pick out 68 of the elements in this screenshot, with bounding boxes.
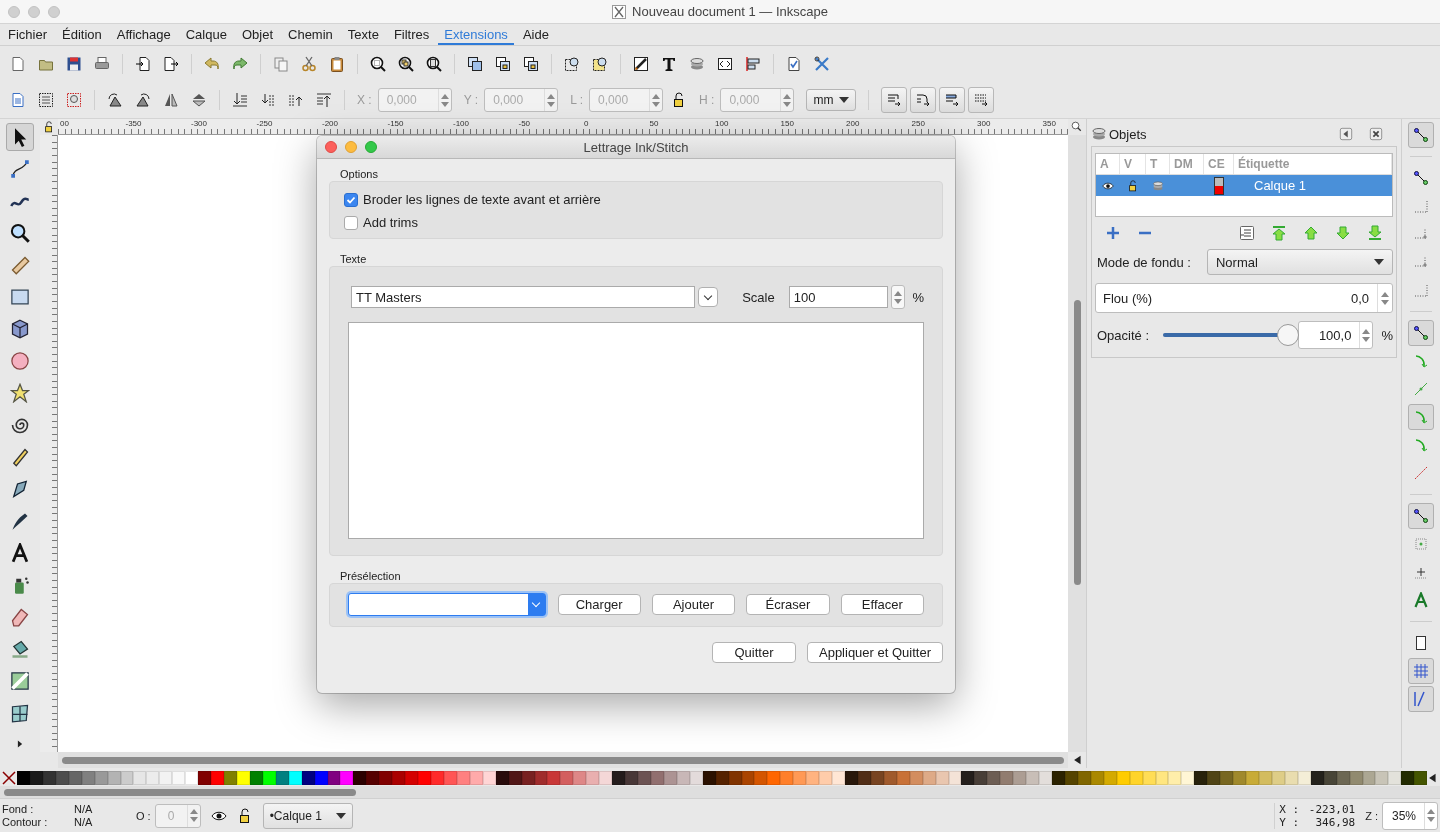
ruler-label: 250 — [911, 119, 926, 128]
ruler-label: 00 — [60, 119, 70, 128]
preset-button[interactable]: Effacer — [840, 594, 924, 615]
ruler-label: -200 — [322, 119, 339, 128]
ruler-label: 0 — [584, 119, 590, 128]
panel-title: Objets — [1109, 126, 1148, 142]
field-label: L : — [570, 93, 584, 107]
stroke-value: N/A — [74, 816, 94, 828]
ruler-label: 150 — [780, 119, 795, 128]
fill-value: N/A — [74, 803, 94, 815]
blend-mode-dropdown[interactable]: Normal — [1206, 249, 1393, 275]
window-title: Nouveau document 1 — Inkscape — [632, 4, 828, 19]
ruler-label: -250 — [256, 119, 274, 128]
layer-name: Calque 1 — [1253, 177, 1308, 195]
x-value: -223,01 — [1307, 802, 1356, 816]
dialog-title: Lettrage Ink/Stitch — [583, 139, 689, 155]
menu-item[interactable]: Calque — [179, 24, 233, 45]
menu-item[interactable]: Extensions — [438, 24, 514, 45]
checkbox-label: Add trims — [363, 215, 418, 230]
ruler-label: -350 — [125, 119, 143, 128]
unit-dropdown[interactable]: mm — [806, 89, 857, 111]
opacity-label: Opacité : — [1097, 327, 1150, 343]
ruler-label: 300 — [977, 119, 992, 128]
menu-item[interactable]: Texte — [341, 24, 385, 45]
section-title: Options — [340, 168, 379, 180]
zoom-field[interactable]: 35% — [1382, 801, 1438, 830]
blur-field[interactable]: Flou (%) 0,0 — [1095, 283, 1393, 313]
ruler-label: 50 — [649, 119, 660, 128]
menu-item[interactable]: Objet — [235, 24, 279, 45]
font-field[interactable]: TT Masters — [351, 286, 696, 308]
opacity-label: O : — [136, 809, 151, 822]
section-title: Présélection — [340, 570, 402, 582]
ruler-label: 200 — [846, 119, 861, 128]
preset-button[interactable]: Charger — [557, 594, 641, 615]
zoom-label: Z : — [1365, 809, 1378, 822]
section-title: Texte — [340, 253, 368, 265]
ruler-label: 100 — [715, 119, 730, 128]
unit-label: % — [1381, 327, 1393, 343]
y-value: 346,98 — [1314, 815, 1356, 829]
scale-unit: % — [912, 289, 924, 305]
menu-item[interactable]: Chemin — [282, 24, 339, 45]
menu-item[interactable]: Affichage — [110, 24, 177, 45]
blend-label: Mode de fondu : — [1097, 254, 1191, 270]
stroke-label: Contour : — [2, 816, 49, 828]
ruler-label: 350 — [1042, 119, 1057, 128]
layer-dropdown[interactable]: •Calque 1 — [262, 802, 353, 829]
y-label: Y : — [1279, 815, 1301, 829]
fill-label: Fond : — [2, 803, 35, 815]
ruler-label: -100 — [453, 119, 470, 128]
field-label: X : — [357, 93, 372, 107]
menu-item[interactable]: Édition — [56, 24, 108, 45]
dialog-button[interactable]: Appliquer et Quitter — [807, 642, 943, 663]
opacity-field[interactable]: 100,0 — [1298, 321, 1374, 349]
scale-label: Scale — [742, 289, 775, 305]
menu-item[interactable]: Aide — [516, 24, 555, 45]
x-label: X : — [1279, 802, 1301, 816]
dialog-button[interactable]: Quitter — [712, 642, 796, 663]
menu-item[interactable]: Filtres — [387, 24, 436, 45]
ruler-label: -300 — [191, 119, 208, 128]
preset-button[interactable]: Ajouter — [651, 594, 736, 615]
ruler-label: -150 — [387, 119, 405, 128]
field-label: Y : — [463, 93, 479, 107]
menu-item[interactable]: Fichier — [2, 24, 53, 45]
preset-button[interactable]: Écraser — [746, 594, 830, 615]
scale-field[interactable]: 100 — [788, 286, 889, 308]
checkbox-label: Broder les lignes de texte avant et arrière — [363, 192, 601, 207]
field-label: H : — [699, 93, 715, 107]
ruler-label: -50 — [518, 119, 532, 128]
